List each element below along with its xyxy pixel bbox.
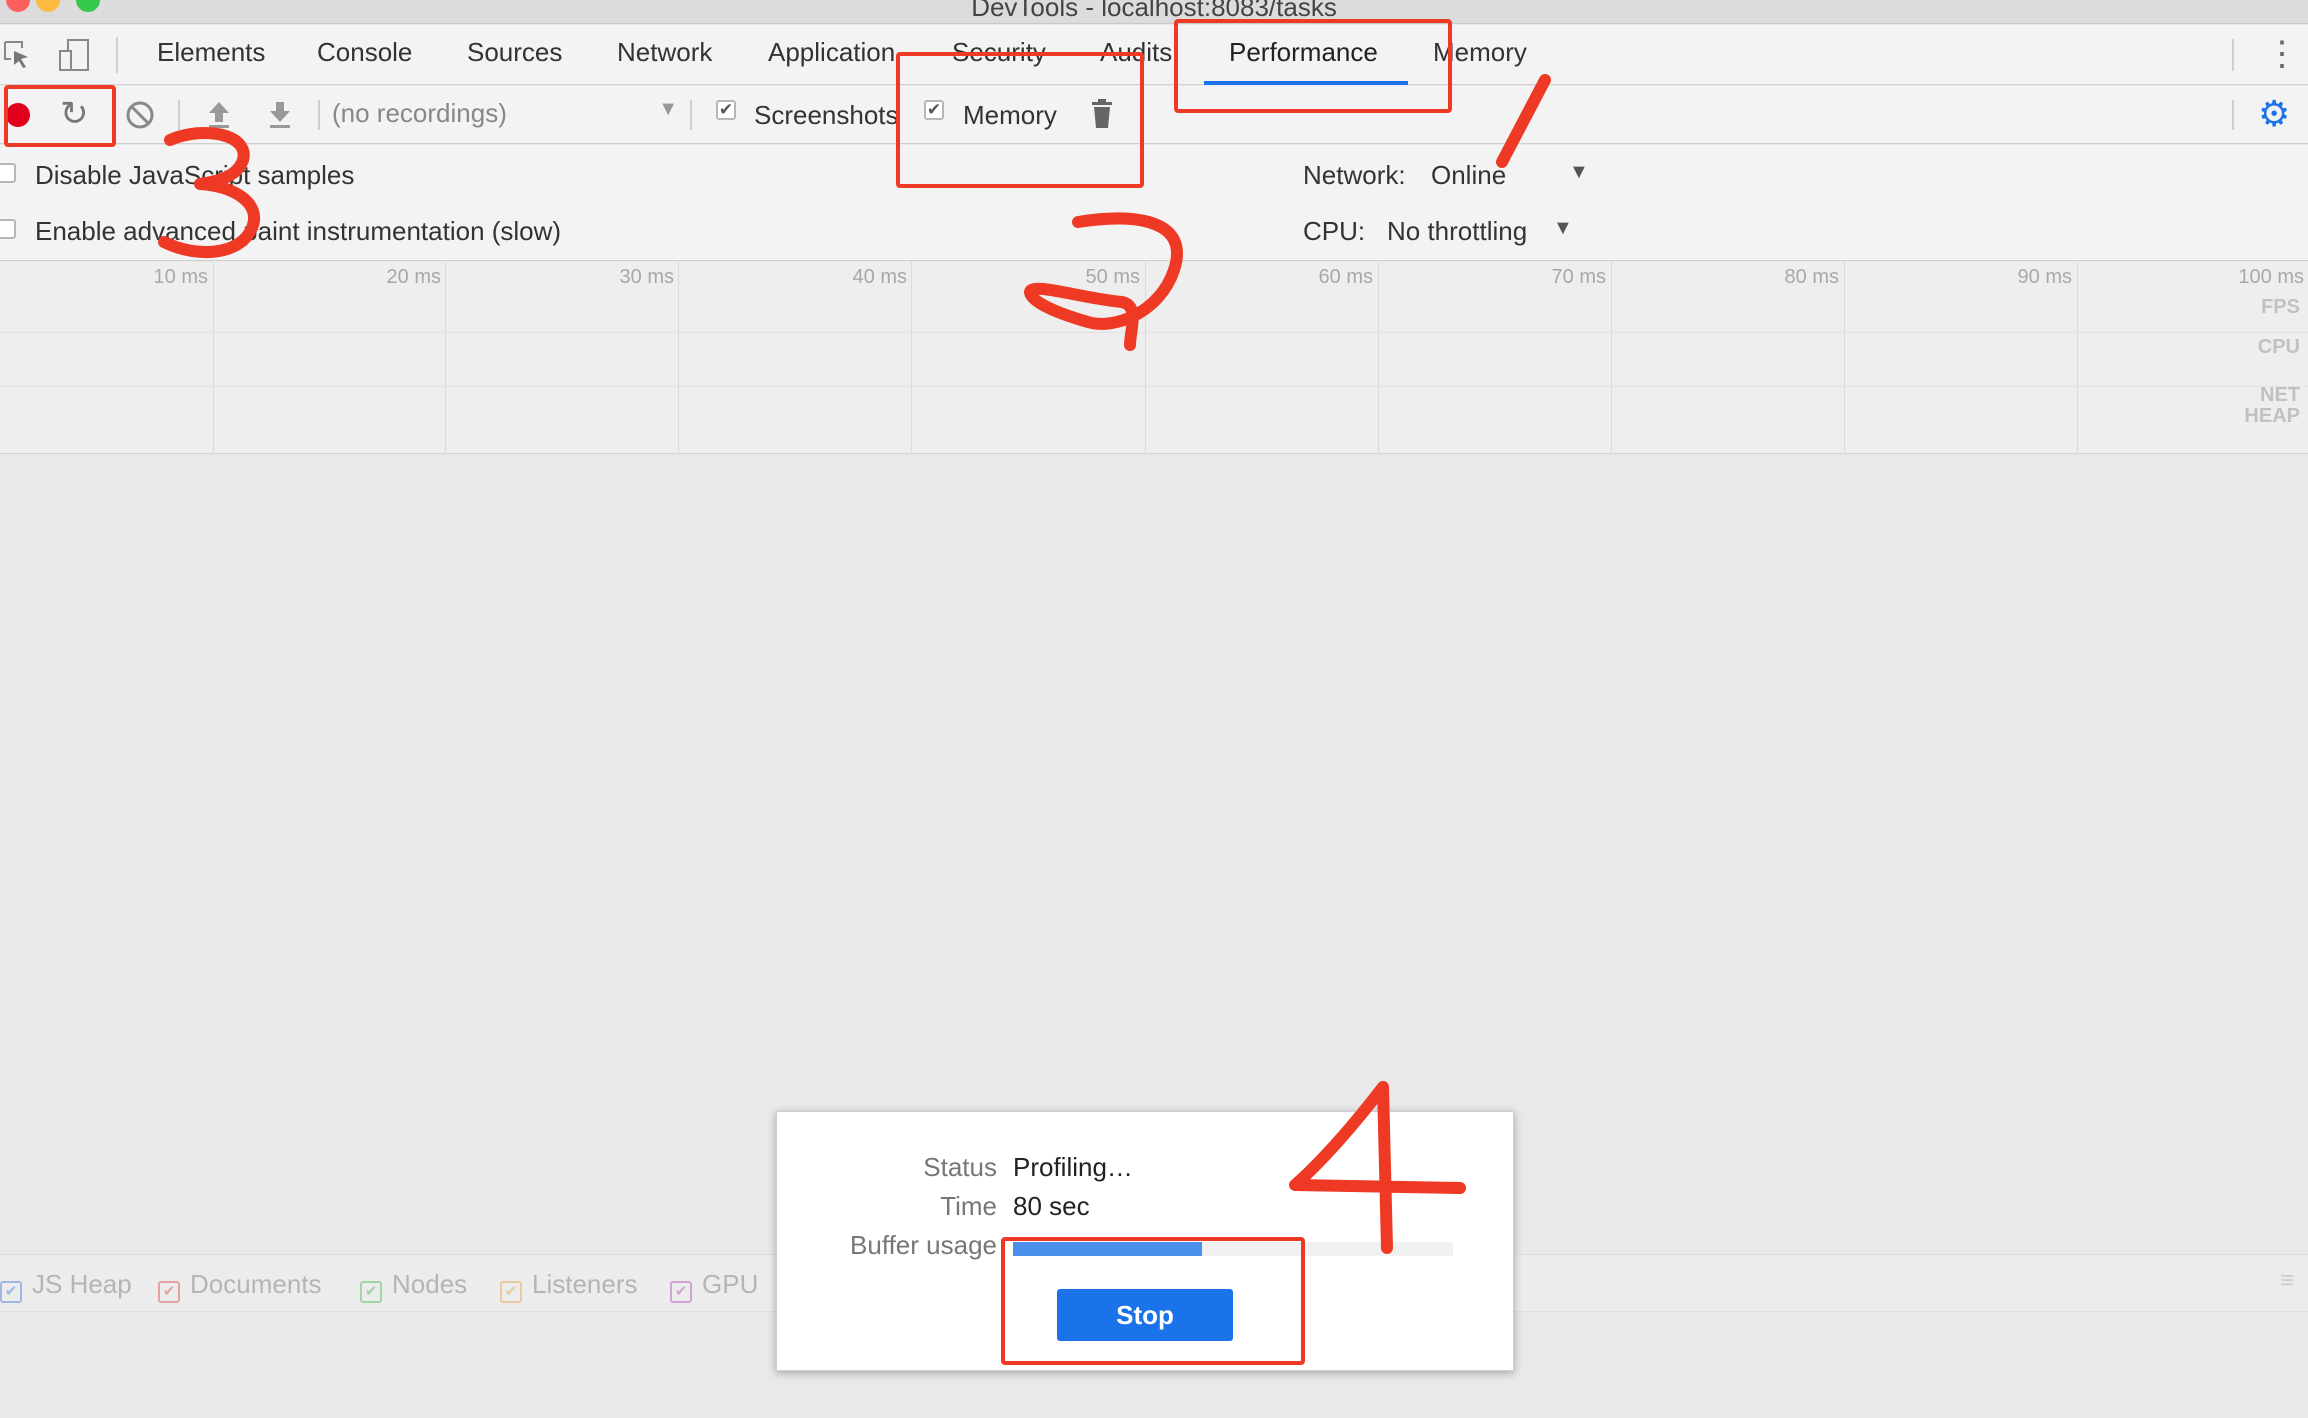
counter-gpu[interactable]: ✔ GPU [670, 1269, 758, 1303]
annotation-box-memory-checkbox [896, 52, 1144, 188]
cpu-row-label: CPU [2257, 336, 2300, 358]
tab-elements[interactable]: Elements [157, 37, 265, 68]
overview-row-divider [0, 332, 2308, 333]
fps-row-label: FPS [2261, 296, 2300, 318]
status-label: Status [923, 1152, 997, 1182]
time-tick-label: 20 ms [386, 266, 441, 288]
chevron-down-icon: ▼ [1569, 161, 1589, 183]
time-value: 80 sec [1013, 1191, 1090, 1221]
disable-js-samples-label: Disable JavaScript samples [35, 160, 355, 190]
network-throttle-label: Network: [1303, 160, 1406, 190]
grid-line [2077, 262, 2078, 454]
grid-line [1611, 262, 1612, 454]
counter-label: JS Heap [32, 1269, 132, 1299]
counter-label: Nodes [392, 1269, 468, 1299]
screenshots-checkbox[interactable]: ✔ [716, 100, 736, 120]
recordings-select[interactable]: (no recordings) ▼ [332, 98, 682, 132]
save-profile-icon[interactable] [265, 98, 295, 136]
toolbar-divider [178, 100, 180, 130]
grid-line [445, 262, 446, 454]
tab-strip-divider [116, 37, 118, 73]
performance-toolbar: ↻ (no recordings) ▼ ✔ Screenshots ✔ Memo… [0, 86, 2308, 144]
disable-js-samples-checkbox[interactable] [0, 163, 16, 183]
time-tick-label: 80 ms [1784, 266, 1839, 288]
gear-icon[interactable]: ⚙ [2258, 96, 2290, 132]
time-tick-label: 60 ms [1318, 266, 1373, 288]
more-options-icon[interactable]: ⋮ [2265, 37, 2299, 71]
annotation-box-performance-tab [1174, 19, 1452, 113]
cpu-throttle-label: CPU: [1303, 216, 1366, 246]
counter-label: Documents [190, 1269, 322, 1299]
grid-line [911, 262, 912, 454]
menu-icon[interactable]: ≡ [2280, 1267, 2294, 1295]
load-profile-icon[interactable] [204, 98, 234, 136]
grid-line [213, 262, 214, 454]
time-tick-label: 100 ms [2238, 266, 2304, 288]
clear-icon[interactable] [125, 100, 155, 136]
time-label: Time [940, 1191, 997, 1221]
counter-js-heap[interactable]: ✔ JS Heap [0, 1269, 132, 1303]
toolbar-divider [318, 100, 320, 130]
screenshots-label: Screenshots [754, 100, 899, 130]
overview-row-divider [0, 386, 2308, 387]
grid-line [1844, 262, 1845, 454]
toolbar-divider [2232, 100, 2234, 130]
counter-listeners[interactable]: ✔ Listeners [500, 1269, 638, 1303]
counter-label: GPU [702, 1269, 759, 1299]
tab-network[interactable]: Network [617, 37, 712, 68]
recordings-select-value: (no recordings) [332, 98, 507, 128]
counter-nodes[interactable]: ✔ Nodes [360, 1269, 467, 1303]
tab-sources[interactable]: Sources [467, 37, 562, 68]
annotation-box-record-buttons [4, 85, 116, 147]
time-tick-label: 90 ms [2017, 266, 2072, 288]
time-tick-label: 30 ms [619, 266, 674, 288]
network-throttle-value: Online [1431, 160, 1507, 190]
tab-strip-divider [2232, 39, 2234, 71]
time-tick-label: 40 ms [852, 266, 907, 288]
annotation-box-stop-button [1001, 1237, 1305, 1365]
counter-documents[interactable]: ✔ Documents [158, 1269, 322, 1303]
grid-line [1145, 262, 1146, 454]
enable-paint-checkbox[interactable] [0, 219, 16, 239]
capture-settings-pane: Disable JavaScript samples Enable advanc… [0, 145, 2308, 261]
heap-row-label: HEAP [2244, 405, 2300, 427]
grid-line [678, 262, 679, 454]
checkbox-icon: ✔ [360, 1281, 382, 1303]
chevron-down-icon: ▼ [1553, 217, 1573, 239]
checkbox-icon: ✔ [500, 1281, 522, 1303]
net-row-label: NET [2260, 384, 2300, 406]
cpu-throttle-select[interactable]: No throttling ▼ [1387, 213, 1577, 249]
devtools-tab-strip: Elements Console Sources Network Applica… [0, 25, 2308, 85]
checkbox-icon: ✔ [0, 1281, 22, 1303]
enable-paint-label: Enable advanced paint instrumentation (s… [35, 216, 562, 246]
window-title: DevTools - localhost:8083/tasks [971, 0, 1337, 22]
toolbar-divider [690, 100, 692, 130]
tab-application[interactable]: Application [768, 37, 895, 68]
checkbox-icon: ✔ [670, 1281, 692, 1303]
counter-label: Listeners [532, 1269, 638, 1299]
status-value: Profiling… [1013, 1152, 1133, 1182]
cpu-throttle-value: No throttling [1387, 216, 1528, 246]
network-throttle-select[interactable]: Online ▼ [1431, 157, 1591, 193]
window-titlebar: DevTools - localhost:8083/tasks [0, 0, 2308, 24]
timeline-overview[interactable]: 10 ms 20 ms 30 ms 40 ms 50 ms 60 ms 70 m… [0, 262, 2308, 454]
chevron-down-icon: ▼ [658, 98, 678, 120]
inspect-element-icon[interactable] [2, 39, 34, 77]
time-tick-label: 70 ms [1551, 266, 1606, 288]
device-toolbar-icon[interactable] [56, 37, 92, 79]
checkbox-icon: ✔ [158, 1281, 180, 1303]
time-tick-label: 50 ms [1085, 266, 1140, 288]
tab-console[interactable]: Console [317, 37, 412, 68]
buffer-usage-label: Buffer usage [850, 1230, 997, 1260]
grid-line [1378, 262, 1379, 454]
time-tick-label: 10 ms [153, 266, 208, 288]
